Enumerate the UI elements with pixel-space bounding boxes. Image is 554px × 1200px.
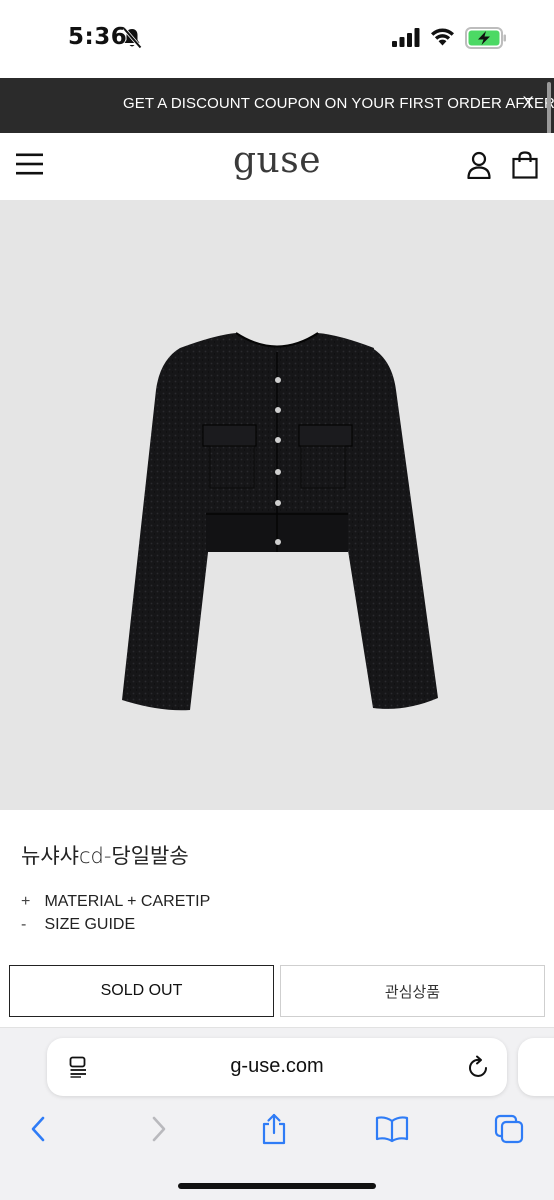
expand-symbol: + (21, 893, 31, 910)
bell-muted-icon (122, 27, 142, 49)
size-guide-label: SIZE GUIDE (44, 916, 136, 933)
jacket-button (275, 500, 281, 506)
sold-out-button[interactable]: SOLD OUT (9, 965, 274, 1017)
jacket-button (275, 407, 281, 413)
promo-close-button[interactable]: X (518, 93, 538, 113)
status-time: 5:36 (68, 24, 128, 50)
jacket-button (275, 539, 281, 545)
jacket-button (275, 437, 281, 443)
jacket-illustration (122, 332, 438, 711)
address-bar[interactable]: g-use.com (47, 1038, 507, 1096)
share-icon[interactable] (259, 1113, 289, 1145)
cellular-signal-icon (392, 28, 420, 47)
collapse-symbol: - (21, 916, 27, 933)
book-icon[interactable] (375, 1113, 409, 1145)
material-caretip-label: MATERIAL + CARETIP (44, 893, 211, 910)
promo-text: GET A DISCOUNT COUPON ON YOUR FIRST ORDE… (123, 95, 554, 112)
jacket-button (275, 377, 281, 383)
chevron-right-icon[interactable] (143, 1113, 173, 1145)
promo-banner[interactable]: GET A DISCOUNT COUPON ON YOUR FIRST ORDE… (0, 78, 554, 133)
reload-icon[interactable] (468, 1055, 490, 1079)
jacket-button (275, 469, 281, 475)
battery-charging-icon (465, 27, 506, 49)
site-header: guse (0, 133, 554, 200)
product-name: 뉴샤샤cd-당일발송 (21, 844, 189, 868)
wishlist-button[interactable]: 관심상품 (280, 965, 545, 1017)
url-text[interactable]: g-use.com (47, 1055, 507, 1078)
browser-toolbar: g-use.com (0, 1027, 554, 1200)
wifi-icon (431, 28, 454, 46)
product-image[interactable] (0, 200, 554, 810)
shopping-bag-icon[interactable] (512, 151, 538, 179)
home-indicator[interactable] (178, 1183, 376, 1189)
right-pocket-flap (298, 424, 353, 447)
material-caretip-toggle[interactable]: + MATERIAL + CARETIP (21, 893, 210, 911)
chevron-left-icon[interactable] (24, 1113, 54, 1145)
tabs-icon[interactable] (494, 1113, 524, 1145)
status-bar: 5:36 (0, 0, 554, 78)
size-guide-toggle[interactable]: - SIZE GUIDE (21, 916, 135, 934)
left-pocket-flap (202, 424, 257, 447)
next-tab-preview[interactable] (518, 1038, 554, 1096)
user-icon[interactable] (467, 151, 491, 179)
